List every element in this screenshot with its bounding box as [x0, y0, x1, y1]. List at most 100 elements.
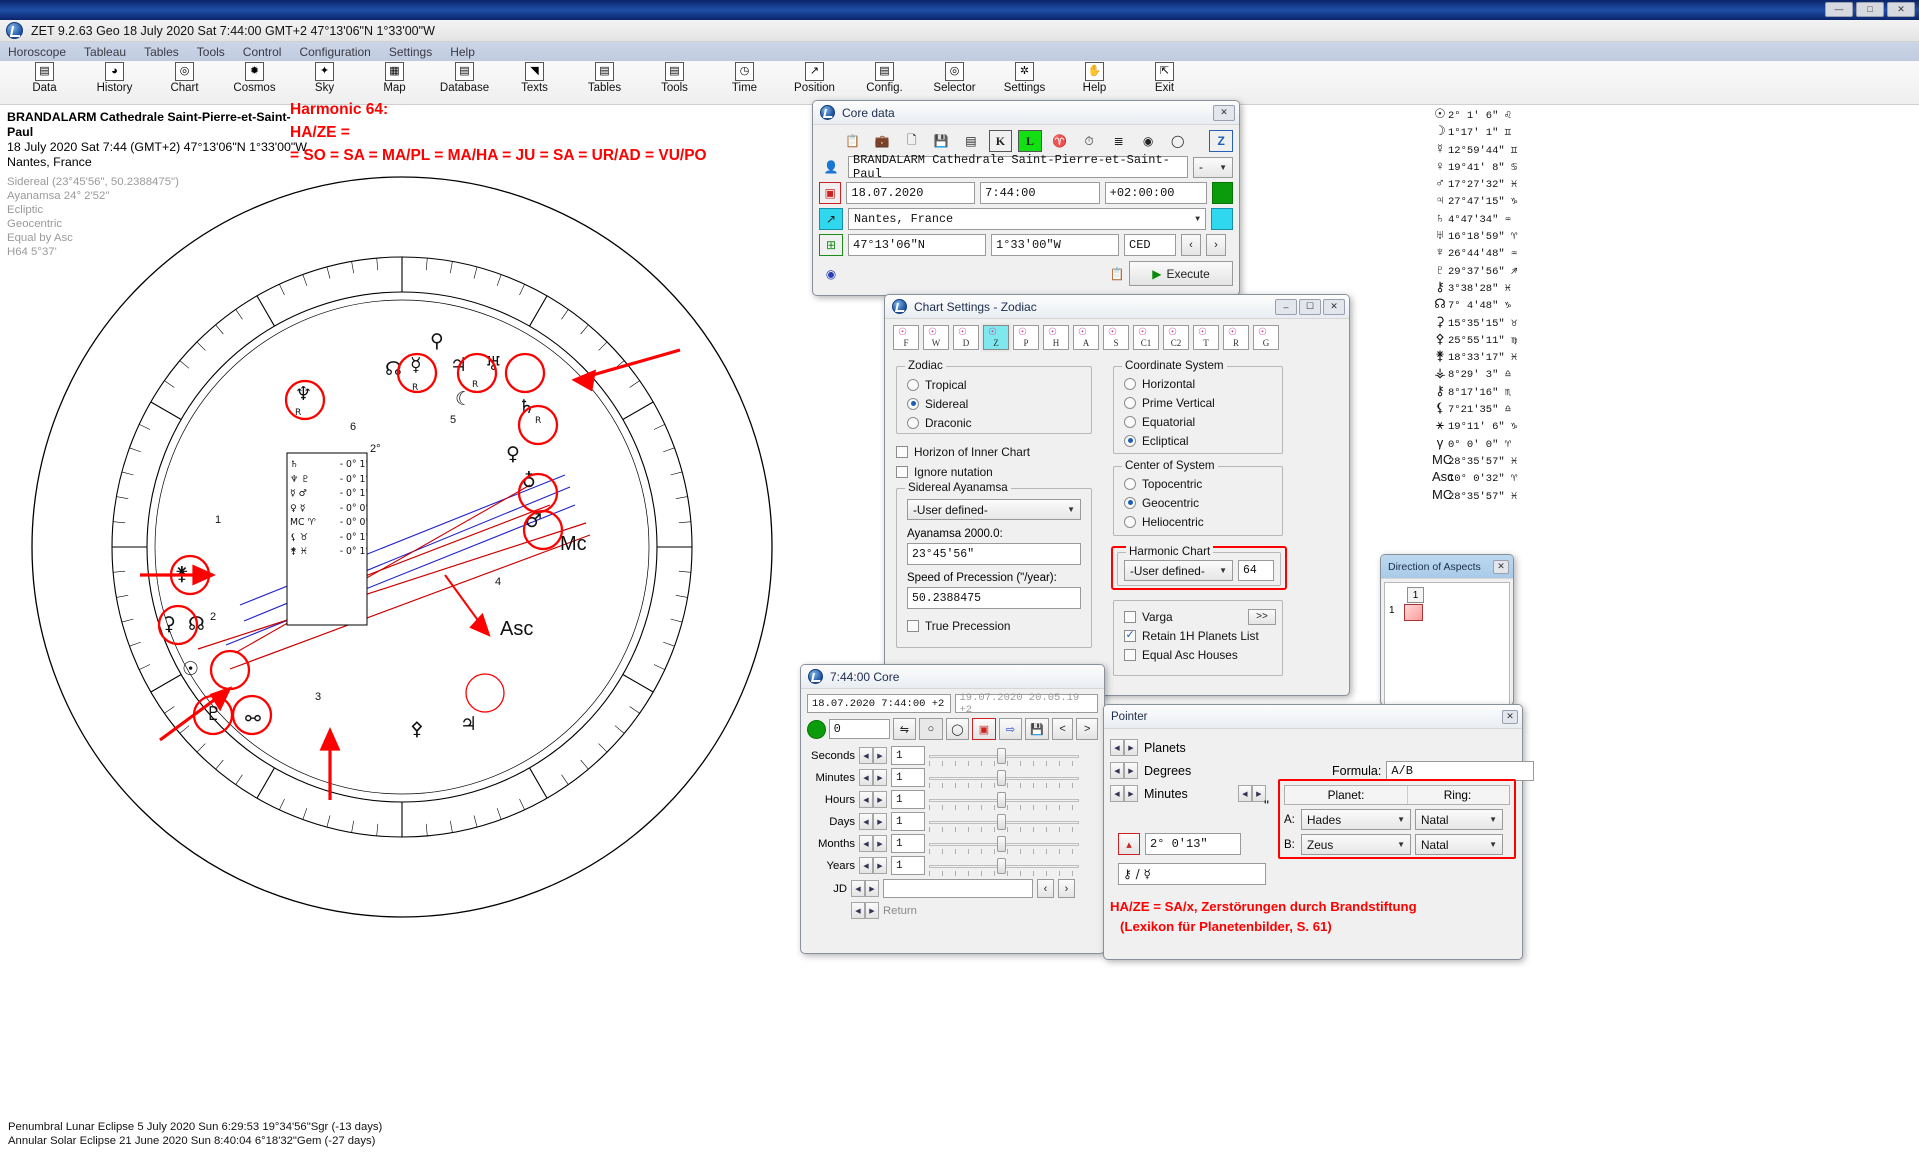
time-step-spinner[interactable]: ◀ ▶: [859, 857, 887, 874]
time-step-slider[interactable]: [929, 857, 1079, 876]
core-data-date-input[interactable]: 18.07.2020: [846, 182, 976, 204]
time-step-value[interactable]: 1: [891, 790, 925, 809]
aspect-cell-top[interactable]: 1: [1407, 587, 1424, 603]
pointer-window[interactable]: Pointer ✕ ◀ ▶ Planets ◀ ▶ Degrees ◀ ▶ Minutes ◀ ▶ …: [1103, 704, 1535, 960]
jd-spinner[interactable]: ◀ ▶: [851, 880, 879, 897]
toolbar-item-cosmos[interactable]: ✹ Cosmos: [232, 61, 277, 94]
close-button[interactable]: ✕: [1887, 2, 1915, 17]
jd-prev-button[interactable]: ‹: [1037, 879, 1054, 898]
menu-configuration[interactable]: Configuration: [299, 45, 370, 59]
direction-of-aspects-close-button[interactable]: ✕: [1493, 559, 1509, 574]
export-icon[interactable]: ⇨: [998, 718, 1023, 740]
menu-horoscope[interactable]: Horoscope: [8, 45, 66, 59]
toolbar-item-exit[interactable]: ⇱ Exit: [1142, 61, 1187, 94]
gear-icon[interactable]: ◉: [1136, 130, 1160, 152]
return-spinner[interactable]: ◀ ▶: [851, 902, 879, 919]
new-icon[interactable]: 🗋: [900, 130, 924, 152]
pointer-coord-icon[interactable]: ▴: [1118, 833, 1140, 855]
chart-settings-tab-r[interactable]: ☉ R: [1223, 325, 1249, 350]
aspect-grid-cell-icon[interactable]: [1404, 604, 1423, 621]
toolbar-item-tools[interactable]: ▤ Tools: [652, 61, 697, 94]
checkbox-equal-asc-houses[interactable]: Equal Asc Houses: [1124, 645, 1282, 664]
chart-wheel-svg[interactable]: ♆ R ☊ ☿ R ⚲ ♃ R ♅ ☾ ♄ R ♀ ♁ ♂ ⚵ ⚳ ☊ ☉ ♇: [30, 175, 775, 920]
jd-next-button[interactable]: ›: [1058, 879, 1075, 898]
zodiac-icon[interactable]: ♈: [1048, 130, 1072, 152]
checkbox-retain-1h[interactable]: Retain 1H Planets List: [1124, 626, 1282, 645]
toolbar-item-history[interactable]: ◕ History: [92, 61, 137, 94]
time-date-right[interactable]: 19.07.2020 20.05.19 +2: [954, 692, 1098, 716]
core-data-titlebar[interactable]: Core data ✕: [813, 101, 1239, 125]
time-step-slider[interactable]: [929, 769, 1079, 788]
chart-settings-tabs[interactable]: ☉ F ☉ W ☉ D ☉ Z ☉ P ☉ H ☉ A ☉ S ☉ C1 ☉ C2 ☉ T ☉ R ☉ G: [885, 319, 1349, 352]
radio-equatorial[interactable]: Equatorial: [1124, 412, 1282, 431]
chart-settings-titlebar[interactable]: Chart Settings - Zodiac – ☐ ✕: [885, 295, 1349, 319]
core-data-time-input[interactable]: 7:44:00: [980, 182, 1100, 204]
wheel-icon[interactable]: ◉: [819, 263, 843, 285]
core-data-name-dropdown[interactable]: -: [1193, 156, 1233, 178]
pointer-spinner[interactable]: ◀ ▶: [1110, 785, 1138, 802]
save-icon[interactable]: 💾: [930, 130, 954, 152]
swap-icon[interactable]: ⇋: [892, 718, 917, 740]
copy2-icon[interactable]: 📋: [1105, 263, 1129, 285]
L-icon[interactable]: L: [1018, 130, 1042, 152]
time-step-slider[interactable]: [929, 791, 1079, 810]
time-step-spinner[interactable]: ◀ ▶: [859, 769, 887, 786]
time-step-value[interactable]: 1: [891, 856, 925, 875]
time-window[interactable]: 7:44:00 Core 18.07.2020 7:44:00 +2 19.07…: [800, 664, 1105, 954]
chart-settings-tab-c2[interactable]: ☉ C2: [1163, 325, 1189, 350]
direction-of-aspects-grid[interactable]: 1 1: [1384, 582, 1510, 708]
time-step-value[interactable]: 1: [891, 746, 925, 765]
save-disk-icon[interactable]: 💾: [1025, 718, 1049, 740]
time-step-input[interactable]: 0: [828, 719, 890, 739]
core-data-country-input[interactable]: CED: [1124, 234, 1176, 256]
toolbar-item-database[interactable]: ▤ Database: [440, 61, 489, 94]
chart-settings-tab-p[interactable]: ☉ P: [1013, 325, 1039, 350]
coords-prev-button[interactable]: ‹: [1181, 234, 1201, 256]
row-b-ring-select[interactable]: Natal: [1415, 834, 1503, 855]
small-circle-icon[interactable]: ○: [919, 718, 943, 740]
big-circle-icon[interactable]: ◯: [945, 718, 970, 740]
time-step-spinner[interactable]: ◀ ▶: [859, 835, 887, 852]
toolbar-item-data[interactable]: ▤ Data: [22, 61, 67, 94]
coords-next-button[interactable]: ›: [1206, 234, 1226, 256]
chart-settings-tab-g[interactable]: ☉ G: [1253, 325, 1279, 350]
execute-button[interactable]: ▶ Execute: [1129, 261, 1233, 286]
radio-ecliptical[interactable]: Ecliptical: [1124, 431, 1282, 450]
core-data-name-input[interactable]: BRANDALARM Cathedrale Saint-Pierre-et-Sa…: [848, 153, 1188, 181]
place-lookup-button[interactable]: [1211, 208, 1233, 230]
chart-settings-tab-a[interactable]: ☉ A: [1073, 325, 1099, 350]
time-step-slider[interactable]: [929, 747, 1079, 766]
menu-tools[interactable]: Tools: [197, 45, 225, 59]
copy-icon[interactable]: 📋: [841, 130, 865, 152]
radio-prime-vertical[interactable]: Prime Vertical: [1124, 393, 1282, 412]
menu-tables[interactable]: Tables: [144, 45, 179, 59]
time-next-button[interactable]: >: [1076, 718, 1098, 740]
time-step-value[interactable]: 1: [891, 812, 925, 831]
chart-settings-tab-w[interactable]: ☉ W: [923, 325, 949, 350]
toolbar-item-tables[interactable]: ▤ Tables: [582, 61, 627, 94]
precession-speed-input[interactable]: 50.2388475: [907, 587, 1081, 609]
checkbox-ignore-nutation[interactable]: Ignore nutation: [896, 462, 993, 481]
radio-draconic[interactable]: Draconic: [907, 413, 1091, 432]
checkbox-true-precession[interactable]: True Precession: [907, 616, 1081, 635]
clock-red-icon[interactable]: ▣: [972, 718, 996, 740]
harmonic-chart-value[interactable]: 64: [1238, 560, 1274, 581]
date-icon[interactable]: ▣: [819, 182, 842, 204]
time-date-left[interactable]: 18.07.2020 7:44:00 +2: [807, 694, 951, 713]
radio-geocentric[interactable]: Geocentric: [1124, 493, 1282, 512]
time-step-slider[interactable]: [929, 813, 1079, 832]
time-status-indicator[interactable]: [807, 719, 826, 739]
core-data-zone-input[interactable]: +02:00:00: [1104, 182, 1208, 204]
coords-icon[interactable]: ⊞: [819, 234, 843, 256]
direction-of-aspects-titlebar[interactable]: Direction of Aspects ✕: [1381, 555, 1513, 579]
core-data-lon-input[interactable]: 1°33'00"W: [991, 234, 1119, 256]
chart-wheel[interactable]: ♆ R ☊ ☿ R ⚲ ♃ R ♅ ☾ ♄ R ♀ ♁ ♂ ⚵ ⚳ ☊ ☉ ♇: [30, 175, 775, 920]
row-b-planet-select[interactable]: Zeus: [1301, 834, 1411, 855]
pointer-expression[interactable]: ⚷ / ☿: [1118, 863, 1266, 885]
jd-input[interactable]: [883, 879, 1033, 898]
time-step-value[interactable]: 1: [891, 834, 925, 853]
menu-settings[interactable]: Settings: [389, 45, 432, 59]
toolbar-item-help[interactable]: ✋ Help: [1072, 61, 1117, 94]
time-step-spinner[interactable]: ◀ ▶: [859, 813, 887, 830]
toolbar-item-map[interactable]: ▦ Map: [372, 61, 417, 94]
